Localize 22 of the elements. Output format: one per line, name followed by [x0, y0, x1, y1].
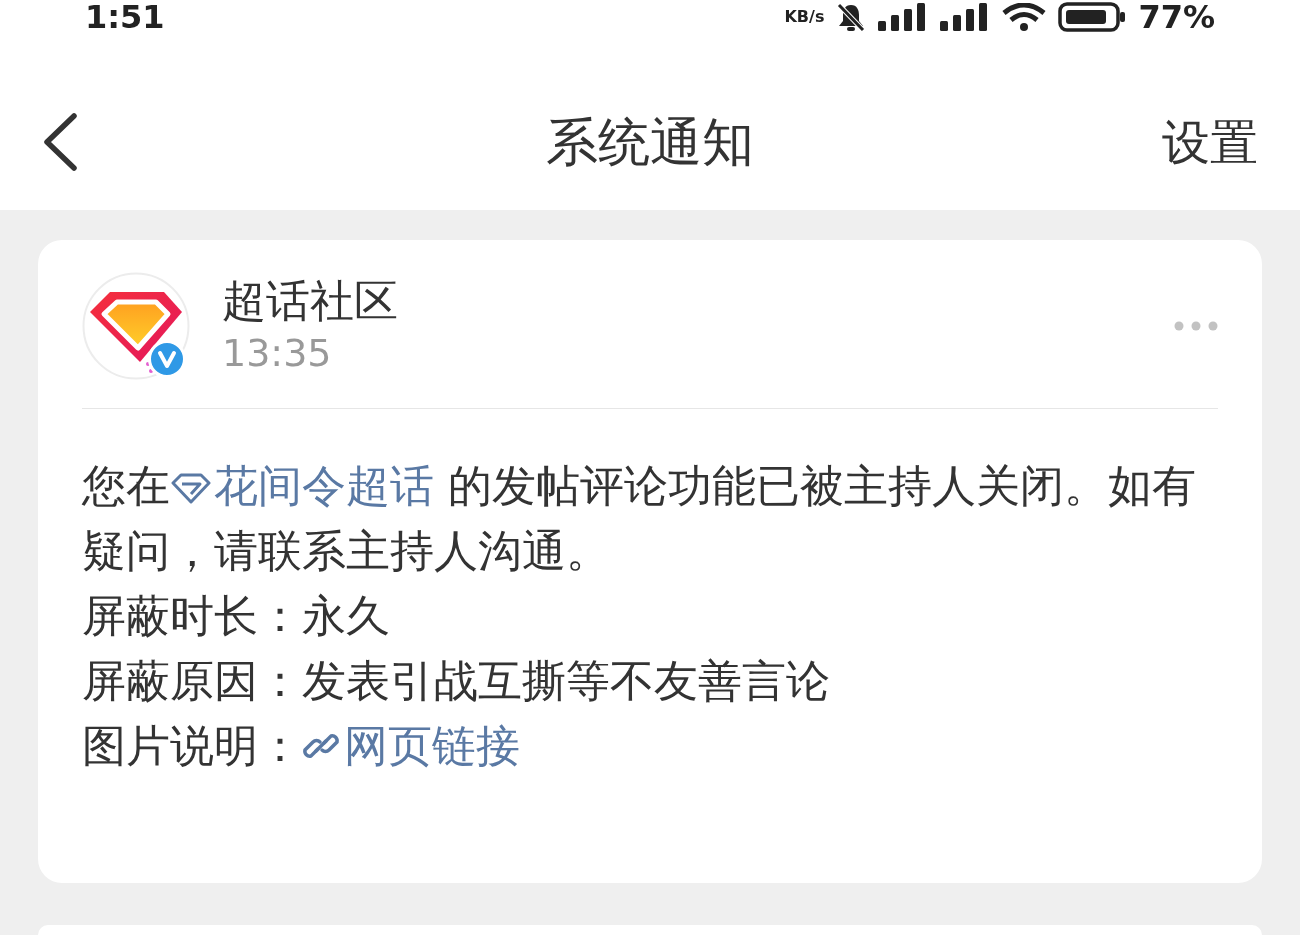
more-icon — [1174, 321, 1218, 331]
network-speed: KB/s — [784, 7, 825, 27]
web-link[interactable]: 网页链接 — [302, 713, 520, 778]
battery-percent: 77% — [1138, 0, 1215, 34]
detail-value: 发表引战互撕等不友善言论 — [302, 654, 830, 708]
page-title: 系统通知 — [546, 111, 754, 174]
clock-time: 1:51 — [85, 0, 165, 34]
message-text: 您在 花间令超话 的发帖评论功能已被主持人关闭。如有疑问，请联系主持人沟通。 — [82, 459, 1197, 578]
battery-icon — [1058, 2, 1127, 32]
settings-button[interactable]: 设置 — [1162, 112, 1258, 172]
detail-label: 图片说明： — [82, 719, 302, 773]
sent-time: 13:35 — [222, 330, 332, 377]
topic-link[interactable]: 花间令超话 — [170, 460, 434, 511]
back-icon — [42, 113, 78, 171]
back-button[interactable] — [42, 113, 78, 171]
detail-label: 屏蔽原因： — [82, 654, 302, 708]
diamond-icon — [170, 472, 212, 504]
muted-bell-icon — [836, 3, 867, 31]
detail-value: 永久 — [302, 589, 390, 643]
detail-label: 屏蔽时长： — [82, 589, 302, 643]
sender-name: 超话社区 — [222, 274, 398, 328]
wifi-icon — [1002, 3, 1047, 31]
